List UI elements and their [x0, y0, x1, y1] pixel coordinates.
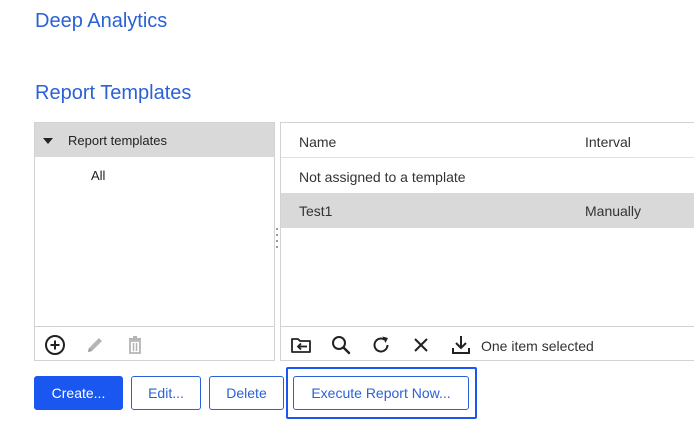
- tree-node-all[interactable]: All: [91, 168, 105, 183]
- panel-splitter-handle[interactable]: [275, 228, 279, 254]
- list-toolbar: One item selected: [281, 326, 694, 360]
- tree-node-report-templates[interactable]: Report templates: [35, 123, 274, 157]
- pencil-icon[interactable]: [84, 334, 106, 356]
- row-interval-cell: Manually: [585, 203, 642, 219]
- row-name-cell: Test1: [299, 203, 333, 219]
- template-list-panel: Name Interval Not assigned to a template…: [280, 122, 694, 361]
- column-header-interval[interactable]: Interval: [585, 134, 631, 150]
- tree-toolbar: [35, 326, 274, 360]
- column-header-name[interactable]: Name: [299, 134, 336, 150]
- tree-node-label: Report templates: [68, 133, 167, 148]
- page-title: Report Templates: [35, 82, 192, 104]
- row-name-cell: Not assigned to a template: [299, 169, 466, 185]
- table-row[interactable]: Not assigned to a template: [281, 159, 694, 194]
- selection-status: One item selected: [481, 338, 594, 354]
- template-tree-panel: Report templates All: [34, 122, 275, 361]
- execute-report-now-button[interactable]: Execute Report Now...: [293, 376, 469, 410]
- table-row-selected[interactable]: Test1 Manually: [281, 193, 694, 228]
- create-button[interactable]: Create...: [34, 376, 123, 410]
- search-icon[interactable]: [330, 334, 352, 356]
- move-to-folder-icon[interactable]: [290, 334, 312, 356]
- caret-down-icon[interactable]: [43, 138, 53, 144]
- app-title: Deep Analytics: [35, 10, 168, 32]
- refresh-icon[interactable]: [370, 334, 392, 356]
- list-header: Name Interval: [281, 123, 694, 158]
- close-icon[interactable]: [410, 334, 432, 356]
- edit-button[interactable]: Edit...: [131, 376, 201, 410]
- delete-button[interactable]: Delete: [209, 376, 284, 410]
- add-circle-icon[interactable]: [44, 334, 66, 356]
- download-icon[interactable]: [450, 334, 472, 356]
- trash-icon[interactable]: [124, 334, 146, 356]
